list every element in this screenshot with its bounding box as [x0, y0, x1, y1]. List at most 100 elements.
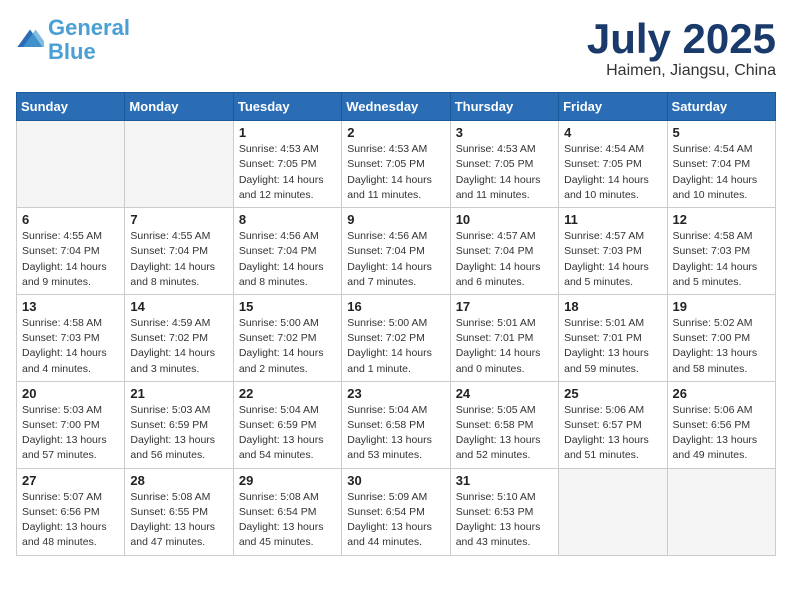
- day-info: Sunrise: 5:10 AM Sunset: 6:53 PM Dayligh…: [456, 490, 553, 551]
- day-number: 5: [673, 125, 770, 140]
- calendar-cell: 27Sunrise: 5:07 AM Sunset: 6:56 PM Dayli…: [17, 468, 125, 555]
- calendar-cell: [667, 468, 775, 555]
- day-info: Sunrise: 5:09 AM Sunset: 6:54 PM Dayligh…: [347, 490, 444, 551]
- day-number: 11: [564, 212, 661, 227]
- day-number: 20: [22, 386, 119, 401]
- calendar-header-row: SundayMondayTuesdayWednesdayThursdayFrid…: [17, 93, 776, 121]
- location: Haimen, Jiangsu, China: [587, 62, 776, 80]
- day-number: 13: [22, 299, 119, 314]
- day-info: Sunrise: 4:59 AM Sunset: 7:02 PM Dayligh…: [130, 316, 227, 377]
- calendar-header-friday: Friday: [559, 93, 667, 121]
- calendar-cell: 10 Sunrise: 4:57 AM Sunset: 7:04 PM Dayli…: [450, 208, 558, 295]
- logo-icon: [16, 26, 44, 54]
- calendar-cell: 25 Sunrise: 5:06 AM Sunset: 6:57 PM Dayli…: [559, 381, 667, 468]
- day-info: Sunrise: 5:06 AM Sunset: 6:57 PM Dayligh…: [564, 403, 661, 464]
- day-info: Sunrise: 4:57 AM Sunset: 7:03 PM Dayligh…: [564, 229, 661, 290]
- calendar-cell: 15 Sunrise: 5:00 AM Sunset: 7:02 PM Dayli…: [233, 294, 341, 381]
- calendar-cell: 19 Sunrise: 5:02 AM Sunset: 7:00 PM Dayli…: [667, 294, 775, 381]
- day-info: Sunrise: 5:00 AM Sunset: 7:02 PM Dayligh…: [239, 316, 336, 377]
- day-info: Sunrise: 4:58 AM Sunset: 7:03 PM Dayligh…: [673, 229, 770, 290]
- calendar-cell: 23Sunrise: 5:04 AM Sunset: 6:58 PM Dayli…: [342, 381, 450, 468]
- day-number: 30: [347, 473, 444, 488]
- day-info: Sunrise: 4:54 AM Sunset: 7:05 PM Dayligh…: [564, 142, 661, 203]
- calendar: SundayMondayTuesdayWednesdayThursdayFrid…: [16, 92, 776, 555]
- day-number: 28: [130, 473, 227, 488]
- calendar-cell: 3 Sunrise: 4:53 AM Sunset: 7:05 PM Daylig…: [450, 121, 558, 208]
- calendar-cell: 26 Sunrise: 5:06 AM Sunset: 6:56 PM Dayli…: [667, 381, 775, 468]
- day-info: Sunrise: 5:03 AM Sunset: 6:59 PM Dayligh…: [130, 403, 227, 464]
- calendar-week-5: 27Sunrise: 5:07 AM Sunset: 6:56 PM Dayli…: [17, 468, 776, 555]
- calendar-cell: 5 Sunrise: 4:54 AM Sunset: 7:04 PM Daylig…: [667, 121, 775, 208]
- day-number: 18: [564, 299, 661, 314]
- day-number: 16: [347, 299, 444, 314]
- calendar-header-saturday: Saturday: [667, 93, 775, 121]
- calendar-header-thursday: Thursday: [450, 93, 558, 121]
- day-info: Sunrise: 4:53 AM Sunset: 7:05 PM Dayligh…: [239, 142, 336, 203]
- calendar-cell: 24Sunrise: 5:05 AM Sunset: 6:58 PM Dayli…: [450, 381, 558, 468]
- month-title: July 2025: [587, 16, 776, 62]
- calendar-week-4: 20 Sunrise: 5:03 AM Sunset: 7:00 PM Dayli…: [17, 381, 776, 468]
- day-number: 6: [22, 212, 119, 227]
- day-info: Sunrise: 4:57 AM Sunset: 7:04 PM Dayligh…: [456, 229, 553, 290]
- calendar-header-sunday: Sunday: [17, 93, 125, 121]
- day-info: Sunrise: 4:55 AM Sunset: 7:04 PM Dayligh…: [130, 229, 227, 290]
- day-info: Sunrise: 5:06 AM Sunset: 6:56 PM Dayligh…: [673, 403, 770, 464]
- calendar-cell: 8Sunrise: 4:56 AM Sunset: 7:04 PM Daylig…: [233, 208, 341, 295]
- day-number: 9: [347, 212, 444, 227]
- day-number: 15: [239, 299, 336, 314]
- day-number: 12: [673, 212, 770, 227]
- day-info: Sunrise: 4:54 AM Sunset: 7:04 PM Dayligh…: [673, 142, 770, 203]
- day-number: 21: [130, 386, 227, 401]
- calendar-cell: 30 Sunrise: 5:09 AM Sunset: 6:54 PM Dayli…: [342, 468, 450, 555]
- day-number: 10: [456, 212, 553, 227]
- day-info: Sunrise: 4:53 AM Sunset: 7:05 PM Dayligh…: [456, 142, 553, 203]
- day-number: 3: [456, 125, 553, 140]
- day-number: 4: [564, 125, 661, 140]
- day-number: 24: [456, 386, 553, 401]
- day-info: Sunrise: 4:53 AM Sunset: 7:05 PM Dayligh…: [347, 142, 444, 203]
- calendar-header-monday: Monday: [125, 93, 233, 121]
- day-info: Sunrise: 5:01 AM Sunset: 7:01 PM Dayligh…: [456, 316, 553, 377]
- calendar-cell: [17, 121, 125, 208]
- day-number: 14: [130, 299, 227, 314]
- day-number: 19: [673, 299, 770, 314]
- calendar-cell: [125, 121, 233, 208]
- calendar-cell: 29Sunrise: 5:08 AM Sunset: 6:54 PM Dayli…: [233, 468, 341, 555]
- calendar-cell: 7Sunrise: 4:55 AM Sunset: 7:04 PM Daylig…: [125, 208, 233, 295]
- day-number: 22: [239, 386, 336, 401]
- calendar-cell: 12 Sunrise: 4:58 AM Sunset: 7:03 PM Dayli…: [667, 208, 775, 295]
- day-number: 31: [456, 473, 553, 488]
- calendar-week-3: 13Sunrise: 4:58 AM Sunset: 7:03 PM Dayli…: [17, 294, 776, 381]
- calendar-cell: 11 Sunrise: 4:57 AM Sunset: 7:03 PM Dayli…: [559, 208, 667, 295]
- calendar-cell: 6 Sunrise: 4:55 AM Sunset: 7:04 PM Daylig…: [17, 208, 125, 295]
- calendar-cell: 31 Sunrise: 5:10 AM Sunset: 6:53 PM Dayli…: [450, 468, 558, 555]
- calendar-cell: 13Sunrise: 4:58 AM Sunset: 7:03 PM Dayli…: [17, 294, 125, 381]
- logo-general: General: [48, 15, 130, 40]
- logo: General Blue: [16, 16, 130, 64]
- calendar-cell: 17 Sunrise: 5:01 AM Sunset: 7:01 PM Dayli…: [450, 294, 558, 381]
- day-number: 2: [347, 125, 444, 140]
- logo-blue: Blue: [48, 39, 96, 64]
- day-info: Sunrise: 4:55 AM Sunset: 7:04 PM Dayligh…: [22, 229, 119, 290]
- day-number: 17: [456, 299, 553, 314]
- day-number: 27: [22, 473, 119, 488]
- calendar-cell: 22 Sunrise: 5:04 AM Sunset: 6:59 PM Dayli…: [233, 381, 341, 468]
- day-number: 8: [239, 212, 336, 227]
- calendar-cell: 1Sunrise: 4:53 AM Sunset: 7:05 PM Daylig…: [233, 121, 341, 208]
- day-info: Sunrise: 5:02 AM Sunset: 7:00 PM Dayligh…: [673, 316, 770, 377]
- calendar-week-2: 6 Sunrise: 4:55 AM Sunset: 7:04 PM Daylig…: [17, 208, 776, 295]
- day-info: Sunrise: 5:08 AM Sunset: 6:55 PM Dayligh…: [130, 490, 227, 551]
- calendar-header-tuesday: Tuesday: [233, 93, 341, 121]
- title-area: July 2025 Haimen, Jiangsu, China: [587, 16, 776, 80]
- day-info: Sunrise: 5:01 AM Sunset: 7:01 PM Dayligh…: [564, 316, 661, 377]
- day-info: Sunrise: 5:03 AM Sunset: 7:00 PM Dayligh…: [22, 403, 119, 464]
- calendar-cell: 28 Sunrise: 5:08 AM Sunset: 6:55 PM Dayli…: [125, 468, 233, 555]
- calendar-cell: 21 Sunrise: 5:03 AM Sunset: 6:59 PM Dayli…: [125, 381, 233, 468]
- day-number: 26: [673, 386, 770, 401]
- logo-text: General Blue: [48, 16, 130, 64]
- calendar-week-1: 1Sunrise: 4:53 AM Sunset: 7:05 PM Daylig…: [17, 121, 776, 208]
- day-info: Sunrise: 5:04 AM Sunset: 6:59 PM Dayligh…: [239, 403, 336, 464]
- calendar-cell: 14 Sunrise: 4:59 AM Sunset: 7:02 PM Dayli…: [125, 294, 233, 381]
- day-number: 23: [347, 386, 444, 401]
- day-number: 25: [564, 386, 661, 401]
